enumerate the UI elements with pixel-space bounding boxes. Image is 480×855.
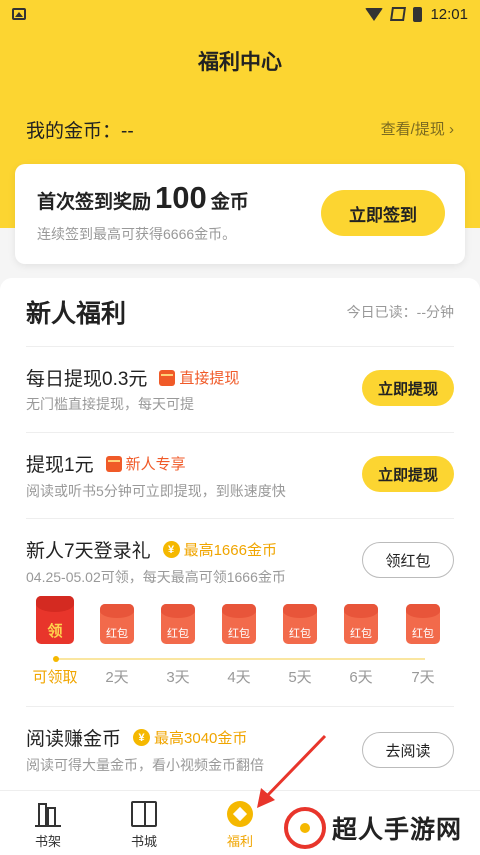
envelope-text: 红包	[106, 628, 128, 640]
divider	[26, 432, 454, 433]
day-reward[interactable]: 红包	[331, 596, 391, 644]
red-envelope-icon: 红包	[406, 604, 440, 644]
envelope-text: 红包	[350, 628, 372, 640]
tab-label: 书架	[34, 834, 61, 849]
task-tag-text: 新人专享	[125, 456, 186, 473]
my-coins-label: 我的金币：--	[26, 121, 134, 142]
no-signal-icon	[390, 7, 407, 21]
day-label: 4天	[227, 669, 251, 686]
book-icon	[131, 801, 157, 827]
coin-icon: ¥	[133, 729, 151, 746]
day-reward[interactable]: 领	[25, 596, 85, 644]
day-label: 3天	[166, 669, 190, 686]
bookshelf-icon	[35, 801, 61, 827]
welfare-icon	[227, 801, 253, 827]
task-title: 阅读赚金币 ¥ 最高3040金币	[26, 724, 247, 751]
annotation-arrow	[257, 734, 327, 808]
section-title: 新人福利	[26, 300, 127, 328]
task-subtitle: 04.25-05.02可领，每天最高可领1666金币	[26, 569, 286, 585]
sign-in-title-suffix: 金币	[210, 192, 249, 213]
task-tag: ¥ 最高1666金币	[162, 539, 277, 560]
page-title: 福利中心	[198, 51, 282, 74]
task-tag-text: 最高3040金币	[154, 730, 248, 747]
tab-bookstore[interactable]: 书城	[114, 801, 174, 850]
withdraw-now-button[interactable]: 立即提现	[362, 370, 454, 406]
task-subtitle: 阅读可得大量金币，看小视频金币翻倍	[26, 757, 264, 773]
red-envelope-icon	[105, 455, 122, 472]
image-notification-icon	[12, 8, 26, 20]
red-envelope-icon: 红包	[344, 604, 378, 644]
task-title: 新人7天登录礼 ¥ 最高1666金币	[26, 536, 277, 563]
task-title: 提现1元 新人专享	[26, 450, 186, 477]
task-tag-text: 最高1666金币	[183, 542, 277, 559]
day-label: 6天	[349, 669, 373, 686]
task-tag: 直接提现	[159, 367, 239, 388]
sign-in-title-prefix: 首次签到奖励	[37, 192, 152, 213]
task-title-text: 新人7天登录礼	[26, 541, 151, 562]
envelope-text: 红包	[228, 628, 250, 640]
claim-red-packet-button[interactable]: 领红包	[362, 542, 454, 578]
go-read-button[interactable]: 去阅读	[362, 732, 454, 768]
day-reward[interactable]: 红包	[393, 596, 453, 644]
watermark-text: 超人手游网	[332, 816, 463, 844]
battery-icon	[413, 6, 423, 22]
read-today-text: 今日已读：--分钟	[346, 304, 454, 320]
day-label: 7天	[411, 669, 435, 686]
red-envelope-icon: 红包	[222, 604, 256, 644]
progress-dot	[53, 656, 59, 662]
tab-label: 福利	[226, 834, 253, 849]
divider	[26, 706, 454, 707]
task-tag: ¥ 最高3040金币	[133, 727, 247, 748]
sign-in-button[interactable]: 立即签到	[321, 190, 445, 236]
progress-line	[55, 658, 425, 660]
divider	[26, 346, 454, 347]
tab-bookshelf[interactable]: 书架	[18, 801, 78, 850]
view-withdraw-link[interactable]: 查看/提现 ›	[381, 118, 454, 139]
sign-in-subtitle: 连续签到最高可获得6666金币。	[37, 226, 237, 242]
newbie-welfare-panel: 新人福利 今日已读：--分钟 每日提现0.3元 直接提现 无门槛直接提现，每天可…	[0, 278, 480, 790]
task-title: 每日提现0.3元 直接提现	[26, 364, 239, 391]
status-bar: 12:01	[0, 0, 480, 28]
task-title-text: 提现1元	[26, 455, 94, 476]
day-label: 2天	[105, 669, 129, 686]
task-title-text: 阅读赚金币	[26, 729, 122, 750]
day-reward[interactable]: 红包	[209, 596, 269, 644]
login-days-track: 领 可领取 红包 2天 红包 3天 红包 4天 红包 5天 红包 6天 红包 7…	[25, 596, 455, 686]
task-tag-text: 直接提现	[179, 370, 240, 387]
watermark-logo-icon	[284, 807, 326, 849]
status-icons: 12:01	[365, 6, 468, 23]
sign-in-amount: 100	[155, 180, 207, 215]
red-envelope-icon: 领	[36, 596, 74, 644]
day-reward[interactable]: 红包	[87, 596, 147, 644]
task-subtitle: 无门槛直接提现，每天可提	[26, 396, 194, 412]
watermark: 超人手游网	[284, 804, 462, 852]
task-title-text: 每日提现0.3元	[26, 369, 148, 390]
day-reward[interactable]: 红包	[148, 596, 208, 644]
coin-icon: ¥	[162, 541, 180, 558]
red-envelope-icon: 红包	[100, 604, 134, 644]
day-label: 5天	[288, 669, 312, 686]
withdraw-now-button[interactable]: 立即提现	[362, 456, 454, 492]
envelope-text: 领	[47, 623, 63, 640]
day-label: 可领取	[32, 669, 78, 686]
task-tag: 新人专享	[105, 453, 186, 474]
red-envelope-icon: 红包	[283, 604, 317, 644]
task-subtitle: 阅读或听书5分钟可立即提现，到账速度快	[26, 483, 286, 499]
sign-in-title: 首次签到奖励 100 金币	[37, 180, 249, 216]
wifi-icon	[365, 7, 384, 21]
tab-label: 书城	[130, 834, 157, 849]
envelope-text: 红包	[289, 628, 311, 640]
red-envelope-icon	[159, 369, 176, 386]
envelope-text: 红包	[412, 628, 434, 640]
day-reward[interactable]: 红包	[270, 596, 330, 644]
status-time: 12:01	[430, 5, 468, 23]
divider	[26, 518, 454, 519]
envelope-text: 红包	[167, 628, 189, 640]
red-envelope-icon: 红包	[161, 604, 195, 644]
sign-in-card: 首次签到奖励 100 金币 连续签到最高可获得6666金币。 立即签到	[15, 164, 465, 264]
